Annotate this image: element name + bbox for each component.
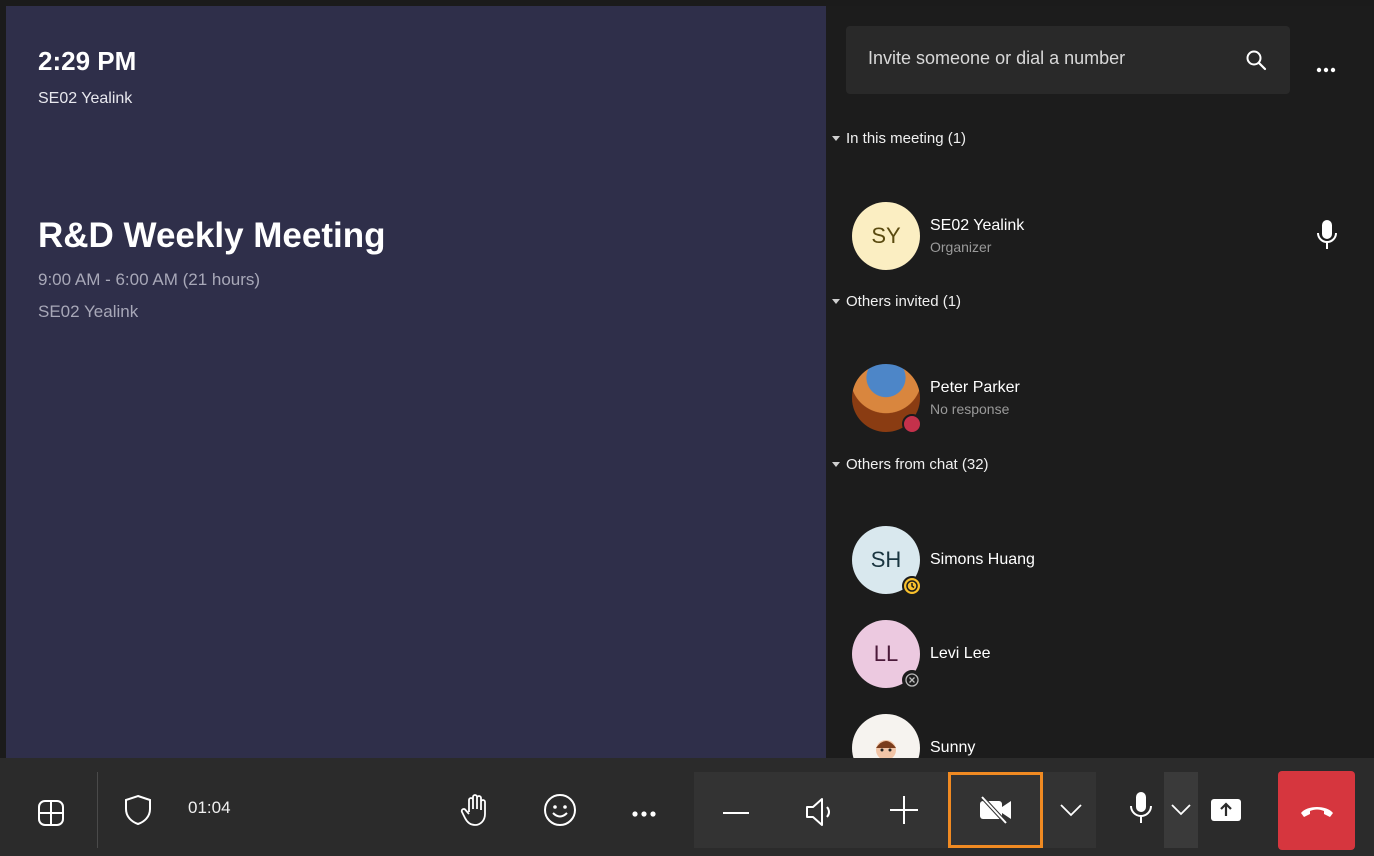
avatar-initials: SY <box>871 223 901 248</box>
minus-icon[interactable] <box>716 792 756 832</box>
section-label: In this meeting (1) <box>846 130 967 147</box>
cartoon-face-icon <box>876 740 896 758</box>
participant-se02-yealink[interactable]: SY SE02 Yealink Organizer <box>852 202 1024 270</box>
caret-down-icon <box>832 299 840 304</box>
mic-icon[interactable] <box>1124 788 1158 828</box>
participant-role: No response <box>930 401 1010 417</box>
section-label: Others from chat (32) <box>846 456 989 473</box>
participants-panel: In this meeting (1) SY SE02 Yealink Orga… <box>826 6 1372 758</box>
hang-up-button[interactable] <box>1278 771 1355 850</box>
participant-sunny[interactable]: Sunny <box>852 714 975 758</box>
avatar: LL <box>852 620 922 690</box>
participant-peter-parker[interactable]: Peter Parker No response <box>852 364 1020 434</box>
meeting-time: 9:00 AM - 6:00 AM (21 hours) <box>38 270 261 289</box>
participant-levi-lee[interactable]: LL Levi Lee <box>852 620 991 690</box>
camera-options-chevron-down-icon[interactable] <box>1056 794 1086 824</box>
section-others-from-chat[interactable]: Others from chat (32) <box>832 456 989 473</box>
avatar <box>852 364 922 434</box>
more-actions-icon[interactable] <box>626 794 662 830</box>
caret-down-icon <box>832 462 840 467</box>
avatar: SY <box>852 202 920 270</box>
plus-icon[interactable] <box>884 790 924 830</box>
participant-role: Organizer <box>930 239 992 255</box>
participant-name: Simons Huang <box>930 551 1035 568</box>
shield-icon[interactable] <box>120 792 156 828</box>
call-timer: 01:04 <box>188 798 231 817</box>
section-label: Others invited (1) <box>846 293 962 310</box>
meeting-organizer: SE02 Yealink <box>38 302 139 321</box>
search-icon[interactable] <box>1244 48 1268 72</box>
participant-name: Sunny <box>930 739 976 756</box>
meeting-stage: 2:29 PM SE02 Yealink R&D Weekly Meeting … <box>6 6 826 758</box>
raise-hand-icon[interactable] <box>456 790 496 830</box>
avatar-initials: SH <box>870 547 902 572</box>
participant-simons-huang[interactable]: SH Simons Huang <box>852 526 1035 596</box>
more-options-icon[interactable] <box>1314 52 1338 76</box>
camera-toggle-button[interactable] <box>948 772 1043 848</box>
participant-name: Peter Parker <box>930 379 1020 396</box>
participant-name: Levi Lee <box>930 645 991 662</box>
divider <box>97 772 98 848</box>
call-control-bar: 01:04 <box>0 758 1374 856</box>
section-others-invited[interactable]: Others invited (1) <box>832 293 961 310</box>
speaker-icon[interactable] <box>800 792 840 832</box>
avatar <box>852 714 920 758</box>
share-screen-icon[interactable] <box>1208 794 1244 826</box>
device-name: SE02 Yealink <box>38 90 133 107</box>
meeting-title: R&D Weekly Meeting <box>38 216 386 255</box>
away-clock-icon <box>902 576 922 596</box>
avatar-initials: LL <box>873 641 899 666</box>
mic-icon[interactable] <box>1314 218 1340 252</box>
emoji-icon[interactable] <box>540 790 580 830</box>
offline-status-icon <box>902 670 922 690</box>
invite-search-box[interactable] <box>846 26 1290 94</box>
camera-off-icon <box>979 795 1011 825</box>
busy-status-icon <box>902 414 922 434</box>
participant-name: SE02 Yealink <box>930 217 1025 234</box>
mic-options-chevron-down-icon[interactable] <box>1168 796 1194 822</box>
hang-up-icon <box>1300 806 1333 817</box>
clock: 2:29 PM <box>38 46 137 76</box>
caret-down-icon <box>832 136 840 141</box>
section-in-meeting[interactable]: In this meeting (1) <box>832 130 966 147</box>
layout-grid-icon[interactable] <box>34 796 68 830</box>
avatar: SH <box>852 526 922 596</box>
invite-search-input[interactable] <box>868 48 1228 69</box>
